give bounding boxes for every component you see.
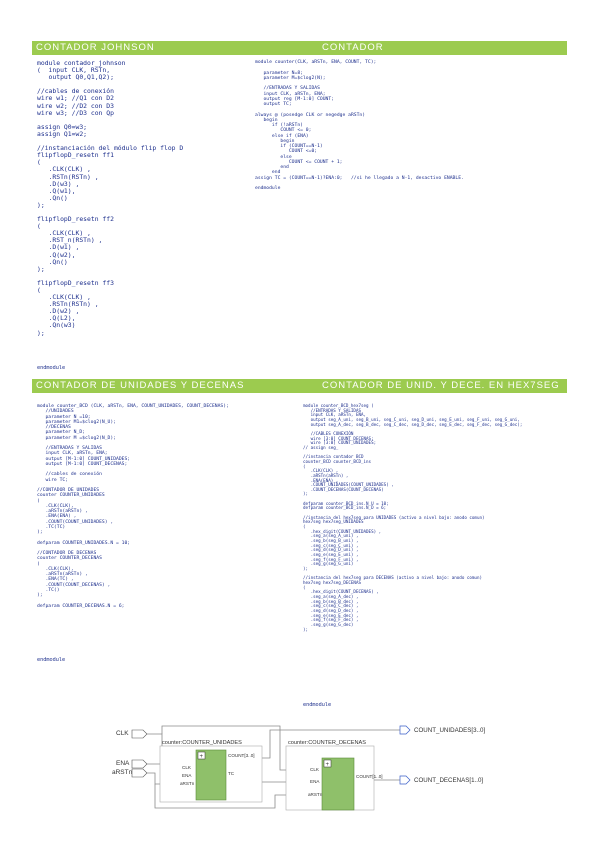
svg-text:COUNT_UNIDADES[3..0]: COUNT_UNIDADES[3..0] [414,727,485,734]
section-header-hex: CONTADOR DE UNID. Y DECE. EN HEX7SEG [318,379,567,393]
svg-text:+: + [200,754,204,760]
svg-text:CLK: CLK [182,765,192,770]
svg-text:COUNT[1..0]: COUNT[1..0] [356,774,383,779]
output-pin-count-unidades: COUNT_UNIDADES[3..0] [399,725,485,735]
svg-text:TC: TC [228,771,235,776]
svg-text:ENA: ENA [310,779,320,784]
svg-text:counter:COUNTER_UNIDADES: counter:COUNTER_UNIDADES [162,740,242,746]
svg-text:COUNT[3..0]: COUNT[3..0] [228,753,255,758]
block-counter-unidades: counter:COUNTER_UNIDADES + CLK ENA aRSTn… [159,740,263,803]
decenas-endmodule: endmodule [37,657,66,663]
hex-endmodule: endmodule [303,702,332,708]
hex-code: module counter_BCD_hex7seg ( //ENTRADAS … [303,403,523,632]
svg-text:ENA: ENA [182,773,192,778]
input-pin-ena: ENA [116,759,148,769]
svg-text:aRSTn: aRSTn [180,781,195,786]
input-pin-clk: CLK [116,729,148,739]
svg-text:counter:COUNTER_DECENAS: counter:COUNTER_DECENAS [288,740,366,746]
svg-text:CLK: CLK [116,730,129,737]
section-header-contador: CONTADOR [318,41,567,55]
rtl-diagram: CLK ENA aRSTn counter:COUNTER_UNIDADES +… [112,725,485,811]
section-header-decenas: CONTADOR DE UNIDADES Y DECENAS [32,379,318,393]
section-header-johnson: CONTADOR JOHNSON [32,41,318,55]
svg-text:COUNT_DECENAS[1..0]: COUNT_DECENAS[1..0] [414,777,483,784]
johnson-code: module contador_johnson ( input CLK, RST… [37,59,184,337]
svg-text:aRSTn: aRSTn [112,769,133,776]
svg-text:ENA: ENA [116,760,130,767]
block-counter-decenas: counter:COUNTER_DECENAS + CLK ENA aRSTn … [285,740,383,811]
svg-text:CLK: CLK [310,767,320,772]
output-pin-count-decenas: COUNT_DECENAS[1..0] [399,775,483,785]
johnson-endmodule: endmodule [37,365,66,371]
svg-text:+: + [326,762,330,768]
decenas-code: module counter_BCD (CLK, aRSTn, ENA, COU… [37,404,229,609]
input-pin-arstn: aRSTn [112,768,148,778]
contador-code: module counter(CLK, aRSTn, ENA, COUNT, T… [255,60,464,191]
svg-text:aRSTn: aRSTn [308,792,323,797]
